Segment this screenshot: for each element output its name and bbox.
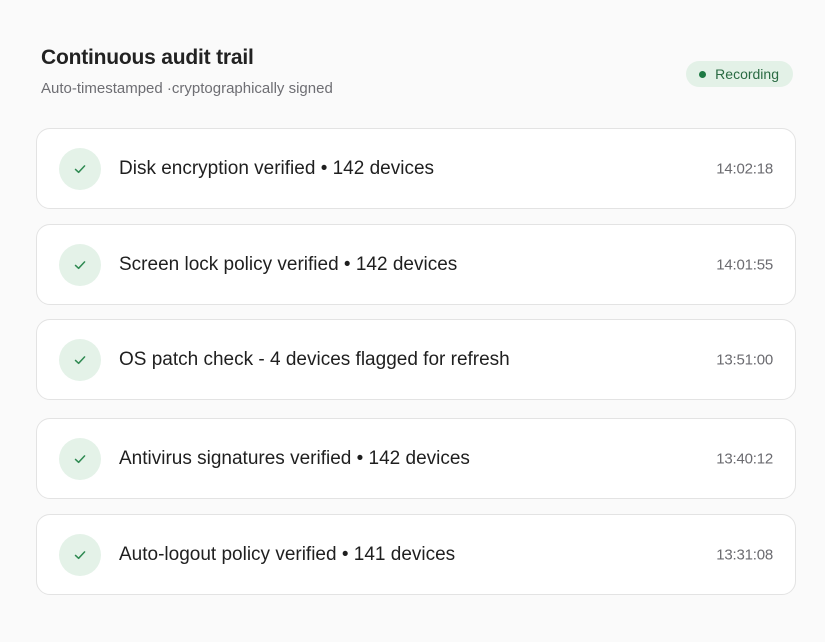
audit-entry-timestamp: 13:31:08 xyxy=(716,546,773,563)
recording-status-badge: Recording xyxy=(686,61,793,87)
audit-header: Continuous audit trail Auto-timestamped … xyxy=(41,44,793,104)
recording-status-label: Recording xyxy=(715,66,779,82)
check-icon xyxy=(59,243,101,286)
audit-entry-text: Auto-logout policy verified • 141 device… xyxy=(119,543,456,565)
check-icon xyxy=(59,437,101,480)
audit-entry-row: Screen lock policy verified • 142 device… xyxy=(36,224,796,305)
audit-entry-list: Disk encryption verified • 142 devices 1… xyxy=(36,128,796,610)
audit-entry-timestamp: 14:01:55 xyxy=(716,256,773,273)
audit-entry-text: OS patch check - 4 devices flagged for r… xyxy=(119,348,510,370)
audit-entry-row: Antivirus signatures verified • 142 devi… xyxy=(36,418,796,499)
audit-entry-timestamp: 14:02:18 xyxy=(716,160,773,177)
check-icon xyxy=(59,147,101,190)
audit-entry-row: Auto-logout policy verified • 141 device… xyxy=(36,514,796,595)
audit-entry-text: Screen lock policy verified • 142 device… xyxy=(119,253,458,275)
check-icon xyxy=(59,338,101,381)
page-title: Continuous audit trail xyxy=(41,46,254,69)
audit-entry-row: Disk encryption verified • 142 devices 1… xyxy=(36,128,796,209)
audit-entry-text: Antivirus signatures verified • 142 devi… xyxy=(119,447,470,469)
recording-dot-icon xyxy=(699,70,707,78)
audit-entry-timestamp: 13:40:12 xyxy=(716,450,773,467)
audit-entry-row: OS patch check - 4 devices flagged for r… xyxy=(36,319,796,400)
audit-entry-text: Disk encryption verified • 142 devices xyxy=(119,157,435,179)
check-icon xyxy=(59,533,101,576)
page-subtitle: Auto-timestamped ·cryptographically sign… xyxy=(41,80,333,97)
audit-entry-timestamp: 13:51:00 xyxy=(716,351,773,368)
